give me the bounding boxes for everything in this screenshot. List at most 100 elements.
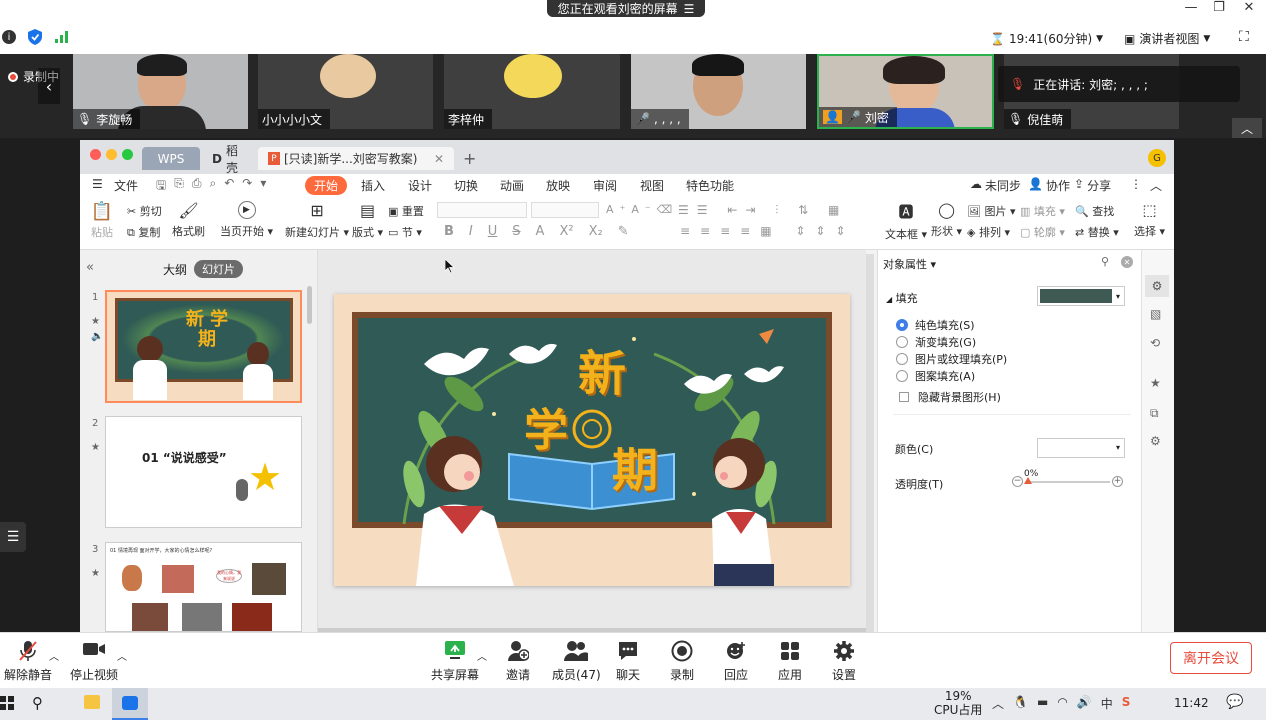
taskbar-search-icon[interactable]: ⚲ [32, 694, 43, 712]
properties-icon[interactable]: ⚙ [1145, 275, 1169, 297]
chevron-up-icon[interactable]: ︿ [49, 648, 59, 663]
volume-icon[interactable]: 🔊 [1077, 695, 1092, 712]
sync-status[interactable]: ☁ 未同步 [970, 177, 1021, 194]
security-shield-icon[interactable] [28, 29, 42, 45]
transform-icon[interactable]: ⧉ [1150, 406, 1159, 421]
transparency-decrease-icon[interactable]: − [1012, 476, 1023, 487]
reset-button[interactable]: ▣ 重置 [388, 203, 424, 219]
select-button[interactable]: ⬚ 选择 ▾ [1134, 201, 1165, 239]
ime-icon[interactable]: 中 [1101, 695, 1113, 712]
more-icon[interactable]: ▾ [260, 176, 266, 197]
find-button[interactable]: 🔍 查找 [1075, 203, 1114, 219]
minimize-icon[interactable]: — [1176, 0, 1206, 16]
font-size-select[interactable] [531, 202, 599, 218]
design-icon[interactable]: ▧ [1150, 307, 1161, 321]
italic-icon[interactable]: I [469, 224, 473, 239]
underline-icon[interactable]: U [488, 224, 498, 239]
alignment-controls[interactable]: ≡≡≡≡▦ ⇕⇕⇕ [680, 224, 856, 238]
leave-meeting-button[interactable]: 离开会议 [1170, 642, 1252, 674]
signal-icon[interactable] [55, 31, 69, 43]
fill-section-header[interactable]: ◢ 填充 [886, 290, 918, 306]
participant-tile[interactable]: 李梓仲 [444, 54, 620, 129]
menu-transition[interactable]: 切换 [454, 177, 478, 194]
info-icon[interactable]: i [2, 30, 16, 44]
outline-button[interactable]: ▢ 轮廓 ▾ [1020, 224, 1065, 240]
slider-handle-icon[interactable] [1024, 477, 1032, 484]
file-explorer-icon[interactable] [84, 695, 100, 709]
color-select[interactable]: ▾ [1037, 438, 1125, 458]
hide-background-checkbox[interactable]: 隐藏背景图形(H) [899, 389, 1001, 405]
play-from-current-button[interactable]: ▶ 当页开始 ▾ [220, 201, 273, 239]
tray-app-icon[interactable]: 🐧 [1013, 695, 1028, 712]
participant-tile-speaking[interactable]: 👤 🎤 刘密 [817, 54, 994, 129]
close-dot-icon[interactable] [90, 149, 101, 160]
user-avatar-icon[interactable]: G [1148, 149, 1166, 167]
paste-button[interactable]: 📋 粘贴 [90, 201, 114, 240]
main-slide[interactable]: 新 学 期 [334, 294, 850, 586]
collapse-panel-icon[interactable]: « [86, 260, 94, 275]
bold-icon[interactable]: B [444, 224, 454, 239]
tab-document[interactable]: P [只读]新学...刘密写教案) ✕ [258, 147, 454, 170]
menu-design[interactable]: 设计 [408, 177, 432, 194]
tab-slides[interactable]: 幻灯片 [194, 260, 243, 278]
stop-video-button[interactable]: 停止视频 [70, 640, 118, 683]
font-size-controls[interactable]: A⁺A⁻⌫ [606, 203, 678, 216]
cut-button[interactable]: ✂ 剪切 [127, 203, 162, 219]
new-slide-button[interactable]: ⊞ 新建幻灯片 ▾ [285, 201, 349, 240]
subscript-icon[interactable]: X₂ [589, 224, 603, 239]
floating-menu-icon[interactable]: ☰ [0, 522, 26, 552]
save-icon[interactable]: 🖫 [156, 176, 166, 197]
menu-features[interactable]: 特色功能 [686, 177, 734, 194]
minimize-dot-icon[interactable] [106, 149, 117, 160]
participant-tile[interactable]: 小小小小文 [258, 54, 433, 129]
preview-icon[interactable]: ⌕ [209, 176, 216, 197]
history-icon[interactable]: ⟲ [1150, 336, 1160, 350]
superscript-icon[interactable]: X² [559, 224, 573, 239]
record-button[interactable]: 录制 [670, 640, 694, 683]
menu-insert[interactable]: 插入 [361, 177, 385, 194]
menu-home[interactable]: 开始 [305, 176, 348, 195]
animation-icon[interactable]: ★ [1150, 376, 1161, 390]
export-icon[interactable]: ⎘ [174, 176, 184, 197]
tray-expand-icon[interactable]: ︿ [992, 695, 1004, 712]
print-icon[interactable]: ⎙ [192, 176, 202, 197]
strip-prev-arrow[interactable]: ‹ [38, 68, 60, 104]
font-name-select[interactable] [437, 202, 527, 218]
text-style-controls[interactable]: B I U S A X² X₂ ✎ [444, 224, 629, 239]
unmute-button[interactable]: 解除静音 [4, 640, 52, 683]
tab-outline[interactable]: 大纲 [163, 261, 187, 278]
view-mode-button[interactable]: ▣ 演讲者视图 ▼ [1124, 30, 1210, 47]
fill-button[interactable]: ▥ 填充 ▾ [1020, 203, 1065, 219]
pin-icon[interactable]: ⚲ [1101, 255, 1109, 268]
collaborate-button[interactable]: 👤 协作 [1028, 177, 1070, 194]
picture-button[interactable]: 🖼 图片 ▾ [967, 203, 1016, 219]
close-tab-icon[interactable]: ✕ [434, 152, 444, 166]
shape-button[interactable]: ◯ 形状 ▾ [931, 201, 962, 239]
fullscreen-icon[interactable]: ⛶ [1239, 29, 1249, 45]
meeting-timer[interactable]: ⌛ 19:41(60分钟) ▼ [990, 30, 1103, 47]
highlight-icon[interactable]: ✎ [618, 224, 629, 239]
tab-docer[interactable]: D 稻壳 [202, 144, 256, 175]
fill-option-picture[interactable]: 图片或纹理填充(P) [896, 351, 1007, 367]
arrange-button[interactable]: ◈ 排列 ▾ [967, 224, 1010, 240]
reaction-button[interactable]: 回应 [724, 640, 748, 683]
paragraph-controls[interactable]: ☰☰ ⇤⇥ ⫶ ⇅ ▦ [678, 203, 847, 218]
font-color-icon[interactable]: A [536, 224, 545, 239]
notification-icon[interactable]: 💬 [1226, 694, 1243, 710]
chevron-up-icon[interactable]: ︿ [117, 648, 127, 663]
replace-button[interactable]: ⇄ 替换 ▾ [1075, 224, 1119, 240]
textbox-button[interactable]: 🅰 文本框 ▾ [885, 201, 927, 242]
canvas-scrollbar[interactable] [866, 254, 874, 632]
share-screen-button[interactable]: 共享屏幕 [431, 640, 479, 683]
section-button[interactable]: ▭ 节 ▾ [388, 224, 422, 240]
sharing-banner[interactable]: 您正在观看刘密的屏幕 ☰ [547, 0, 705, 17]
participant-tile[interactable]: 🎤, , , , [631, 54, 806, 129]
fill-option-gradient[interactable]: 渐变填充(G) [896, 334, 976, 350]
taskbar-clock[interactable]: 11:42 [1174, 696, 1209, 710]
copy-button[interactable]: ⧉ 复制 [127, 224, 160, 240]
chevron-up-icon[interactable]: ︿ [477, 648, 487, 663]
members-button[interactable]: 成员(47) [552, 640, 601, 683]
menu-file[interactable]: 文件 [114, 177, 138, 194]
fill-option-solid[interactable]: 纯色填充(S) [896, 317, 975, 333]
participant-tile[interactable]: 🎙 李旋畅 [73, 54, 248, 129]
